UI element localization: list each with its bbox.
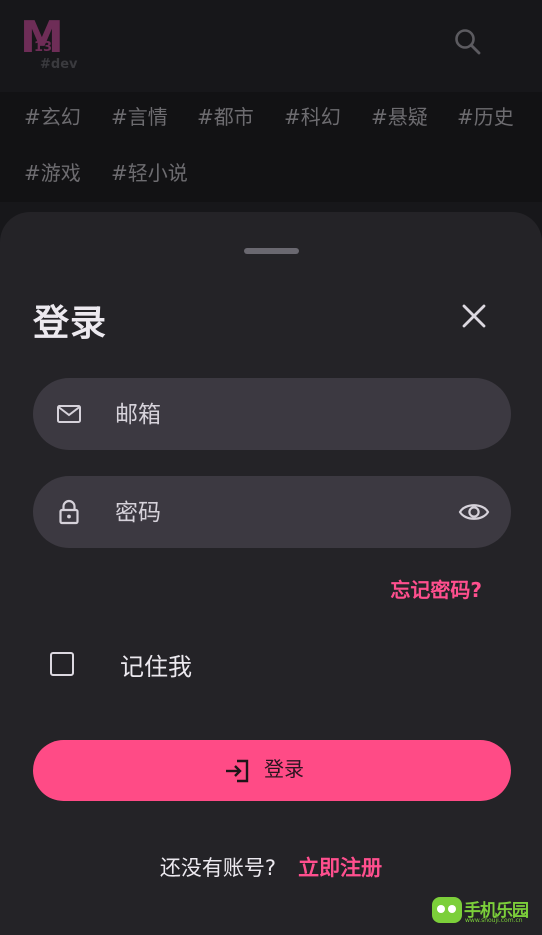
remember-me-checkbox[interactable]: 记住我 — [48, 650, 228, 684]
search-icon — [455, 29, 481, 55]
forgot-password-link[interactable]: 忘记密码? — [390, 574, 482, 603]
tag-item[interactable]: #言情 — [99, 92, 180, 142]
email-input[interactable] — [113, 378, 447, 452]
remember-me-label: 记住我 — [120, 653, 192, 681]
top-bar: M 13 #dev — [0, 0, 542, 84]
watermark-face-icon — [432, 897, 462, 923]
tag-item[interactable]: #悬疑 — [359, 92, 440, 142]
login-icon — [226, 759, 249, 783]
tag-item[interactable]: #玄幻 — [12, 92, 93, 142]
sheet-title: 登录 — [33, 303, 108, 344]
tag-item[interactable]: #都市 — [185, 92, 266, 142]
eye-icon — [458, 504, 490, 520]
watermark-logo: 手机乐园 www.shouji.com.cn — [432, 896, 536, 926]
lock-icon — [59, 499, 79, 525]
search-button[interactable] — [448, 22, 488, 62]
tag-item[interactable]: #科幻 — [272, 92, 353, 142]
login-button-label: 登录 — [264, 759, 304, 781]
mail-icon — [57, 405, 81, 423]
logo-tag: #dev — [40, 57, 78, 72]
drag-handle[interactable] — [244, 248, 299, 254]
login-sheet: 登录 忘记密码? 记住我 — [0, 212, 542, 935]
tag-item[interactable]: #游戏 — [12, 148, 93, 198]
register-prompt: 还没有账号? 立即注册 — [0, 852, 542, 882]
password-input[interactable] — [113, 476, 447, 550]
watermark-subtext: www.shouji.com.cn — [465, 917, 523, 924]
toggle-password-visibility[interactable] — [457, 496, 491, 528]
no-account-text: 还没有账号? — [159, 856, 277, 880]
close-icon — [462, 304, 486, 328]
tag-item[interactable]: #轻小说 — [99, 148, 200, 198]
password-field-container — [33, 476, 511, 550]
logo-number: 13 — [34, 40, 53, 55]
login-button[interactable]: 登录 — [33, 740, 511, 801]
tag-item[interactable]: #历史 — [445, 92, 526, 142]
checkbox-box[interactable] — [50, 652, 74, 676]
email-field-container — [33, 378, 511, 452]
close-button[interactable] — [454, 296, 494, 336]
register-link[interactable]: 立即注册 — [298, 856, 382, 880]
